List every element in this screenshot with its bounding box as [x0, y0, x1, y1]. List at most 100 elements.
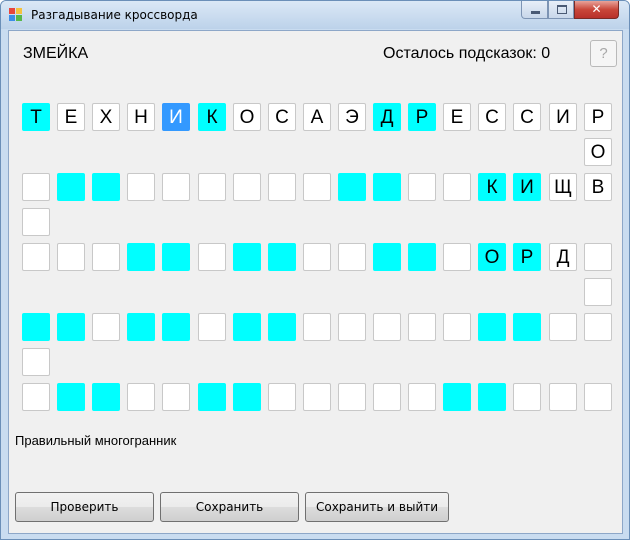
grid-cell[interactable] [233, 243, 261, 271]
grid-cell[interactable] [162, 313, 190, 341]
grid-cell[interactable] [373, 243, 401, 271]
grid-cell[interactable] [22, 243, 50, 271]
grid-cell[interactable] [303, 243, 331, 271]
grid-cell[interactable]: Д [373, 103, 401, 131]
grid-cell[interactable] [478, 313, 506, 341]
grid-cell[interactable]: С [513, 103, 541, 131]
grid-cell[interactable] [22, 383, 50, 411]
grid-cell[interactable]: В [584, 173, 612, 201]
grid-cell[interactable] [268, 243, 296, 271]
grid-cell[interactable] [22, 313, 50, 341]
grid-cell[interactable]: Р [584, 103, 612, 131]
grid-cell[interactable] [443, 173, 471, 201]
title-bar[interactable]: Разгадывание кроссворда ✕ [1, 1, 629, 29]
close-button[interactable]: ✕ [574, 1, 619, 19]
grid-cell[interactable] [127, 173, 155, 201]
grid-cell[interactable] [57, 243, 85, 271]
grid-cell[interactable] [127, 313, 155, 341]
grid-cell[interactable]: Е [57, 103, 85, 131]
window-title: Разгадывание кроссворда [31, 8, 198, 22]
grid-cell[interactable] [408, 243, 436, 271]
crossword-window: Разгадывание кроссворда ✕ ЗМЕЙКА Осталос… [0, 0, 630, 540]
minimize-button[interactable] [521, 1, 548, 19]
save-button[interactable]: Сохранить [160, 492, 299, 522]
grid-cell[interactable]: К [198, 103, 226, 131]
grid-cell[interactable] [92, 243, 120, 271]
grid-cell[interactable]: О [233, 103, 261, 131]
grid-cell[interactable] [127, 243, 155, 271]
grid-cell[interactable] [198, 313, 226, 341]
grid-cell[interactable] [303, 383, 331, 411]
grid-cell[interactable] [443, 383, 471, 411]
grid-cell[interactable]: И [513, 173, 541, 201]
grid-cell[interactable] [584, 243, 612, 271]
grid-cell[interactable] [92, 173, 120, 201]
maximize-button[interactable] [548, 1, 574, 19]
grid-cell[interactable] [303, 173, 331, 201]
grid-cell[interactable] [478, 383, 506, 411]
grid-cell[interactable] [22, 348, 50, 376]
grid-cell[interactable] [268, 313, 296, 341]
grid-cell[interactable] [584, 313, 612, 341]
grid-cell[interactable] [513, 383, 541, 411]
grid-cell[interactable]: Н [127, 103, 155, 131]
grid-cell[interactable]: Т [22, 103, 50, 131]
grid-cell[interactable] [408, 173, 436, 201]
grid-cell[interactable]: С [478, 103, 506, 131]
grid-cell[interactable] [408, 313, 436, 341]
grid-cell[interactable]: А [303, 103, 331, 131]
grid-cell[interactable]: Е [443, 103, 471, 131]
grid-cell[interactable] [127, 383, 155, 411]
grid-cell[interactable] [268, 383, 296, 411]
grid-cell[interactable] [268, 173, 296, 201]
grid-cell[interactable] [162, 243, 190, 271]
grid-cell[interactable] [22, 208, 50, 236]
grid-cell[interactable] [57, 313, 85, 341]
grid-cell[interactable] [338, 243, 366, 271]
grid-cell[interactable] [198, 243, 226, 271]
grid-cell[interactable] [513, 313, 541, 341]
grid-cell[interactable] [338, 313, 366, 341]
grid-cell[interactable] [92, 313, 120, 341]
grid-cell[interactable] [338, 173, 366, 201]
grid-cell[interactable]: К [478, 173, 506, 201]
grid-cell[interactable]: Щ [549, 173, 577, 201]
grid-cell[interactable]: Р [408, 103, 436, 131]
grid-cell[interactable] [408, 383, 436, 411]
grid-cell[interactable] [57, 173, 85, 201]
grid-cell[interactable] [373, 173, 401, 201]
grid-cell[interactable]: Э [338, 103, 366, 131]
grid-cell[interactable]: О [584, 138, 612, 166]
grid-cell[interactable] [373, 383, 401, 411]
grid-cell[interactable]: Х [92, 103, 120, 131]
grid-cell[interactable] [162, 173, 190, 201]
grid-cell[interactable]: О [478, 243, 506, 271]
grid-cell[interactable] [22, 173, 50, 201]
grid-cell[interactable] [233, 173, 261, 201]
grid-cell[interactable]: И [162, 103, 190, 131]
grid-cell[interactable] [233, 313, 261, 341]
save-and-exit-button[interactable]: Сохранить и выйти [305, 492, 449, 522]
grid-cell[interactable] [233, 383, 261, 411]
grid-cell[interactable]: Д [549, 243, 577, 271]
puzzle-name: ЗМЕЙКА [23, 45, 89, 62]
grid-cell[interactable] [549, 383, 577, 411]
grid-cell[interactable] [373, 313, 401, 341]
grid-cell[interactable]: С [268, 103, 296, 131]
grid-cell[interactable] [198, 173, 226, 201]
grid-cell[interactable] [584, 278, 612, 306]
grid-cell[interactable] [338, 383, 366, 411]
grid-cell[interactable] [303, 313, 331, 341]
grid-cell[interactable] [443, 243, 471, 271]
check-button[interactable]: Проверить [15, 492, 154, 522]
grid-cell[interactable] [198, 383, 226, 411]
grid-cell[interactable] [92, 383, 120, 411]
grid-cell[interactable] [57, 383, 85, 411]
grid-cell[interactable]: И [549, 103, 577, 131]
grid-cell[interactable] [443, 313, 471, 341]
hint-button[interactable]: ? [590, 40, 617, 67]
grid-cell[interactable]: Р [513, 243, 541, 271]
grid-cell[interactable] [162, 383, 190, 411]
grid-cell[interactable] [549, 313, 577, 341]
grid-cell[interactable] [584, 383, 612, 411]
